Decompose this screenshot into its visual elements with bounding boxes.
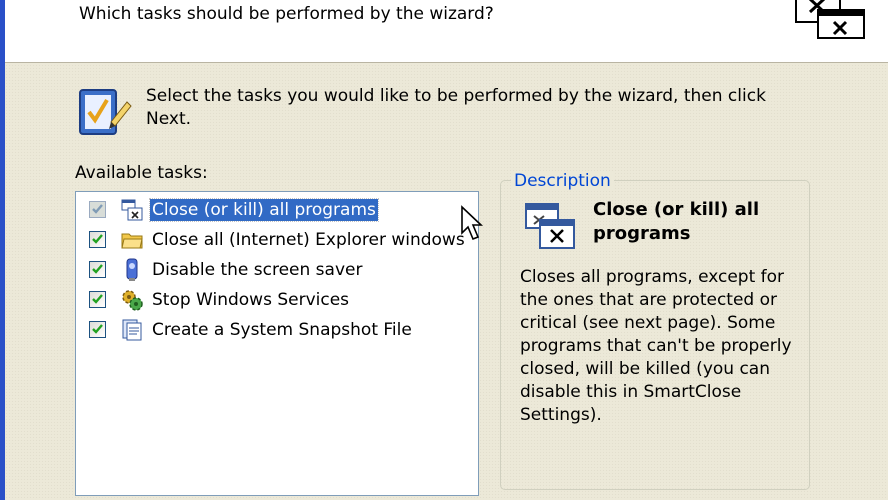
- close-programs-icon: [121, 199, 143, 221]
- task-item-disable-screen-saver[interactable]: Disable the screen saver: [76, 255, 478, 285]
- services-gear-icon: [122, 290, 143, 311]
- task-item-system-snapshot[interactable]: Create a System Snapshot File: [76, 315, 478, 345]
- checkmark-icon: [92, 294, 103, 304]
- task-checkbox[interactable]: [89, 231, 106, 248]
- close-windows-icon: [795, 0, 865, 39]
- description-legend: Description: [511, 171, 614, 191]
- task-item-close-explorer[interactable]: Close all (Internet) Explorer windows: [76, 225, 478, 255]
- checkmark-icon: [92, 264, 103, 274]
- task-checkbox[interactable]: [89, 291, 106, 308]
- description-text: Closes all programs, except for the ones…: [520, 267, 792, 425]
- task-label: Close (or kill) all programs: [149, 198, 379, 222]
- checkmark-icon: [92, 324, 103, 334]
- snapshot-file-icon: [122, 319, 142, 341]
- task-label: Create a System Snapshot File: [152, 320, 412, 340]
- intro-instruction: Select the tasks you would like to be pe…: [146, 86, 766, 129]
- task-checkbox[interactable]: [89, 321, 106, 338]
- task-item-close-programs[interactable]: Close (or kill) all programs: [76, 195, 478, 225]
- checkmark-icon: [92, 234, 103, 244]
- task-label: Stop Windows Services: [152, 290, 350, 310]
- close-programs-icon: [525, 203, 575, 249]
- folder-icon: [121, 233, 143, 249]
- description-title: Close (or kill) all programs: [593, 199, 760, 244]
- header-question: Which tasks should be performed by the w…: [79, 4, 494, 24]
- task-label: Disable the screen saver: [152, 260, 363, 280]
- wizard-header: Which tasks should be performed by the w…: [5, 0, 888, 63]
- mouse-cursor-icon: [461, 205, 484, 241]
- screen-saver-icon: [126, 258, 138, 281]
- task-checkbox[interactable]: [89, 261, 106, 278]
- task-label: Close all (Internet) Explorer windows: [152, 230, 465, 250]
- task-checkbox[interactable]: [89, 201, 106, 218]
- checklist-pencil-icon: [79, 89, 132, 135]
- checkmark-icon: [92, 204, 103, 214]
- task-item-stop-services[interactable]: Stop Windows Services: [76, 285, 478, 315]
- wizard-page: Which tasks should be performed by the w…: [0, 0, 888, 500]
- available-tasks-label: Available tasks:: [75, 163, 208, 183]
- task-list[interactable]: Close (or kill) all programs Close all (…: [75, 191, 479, 496]
